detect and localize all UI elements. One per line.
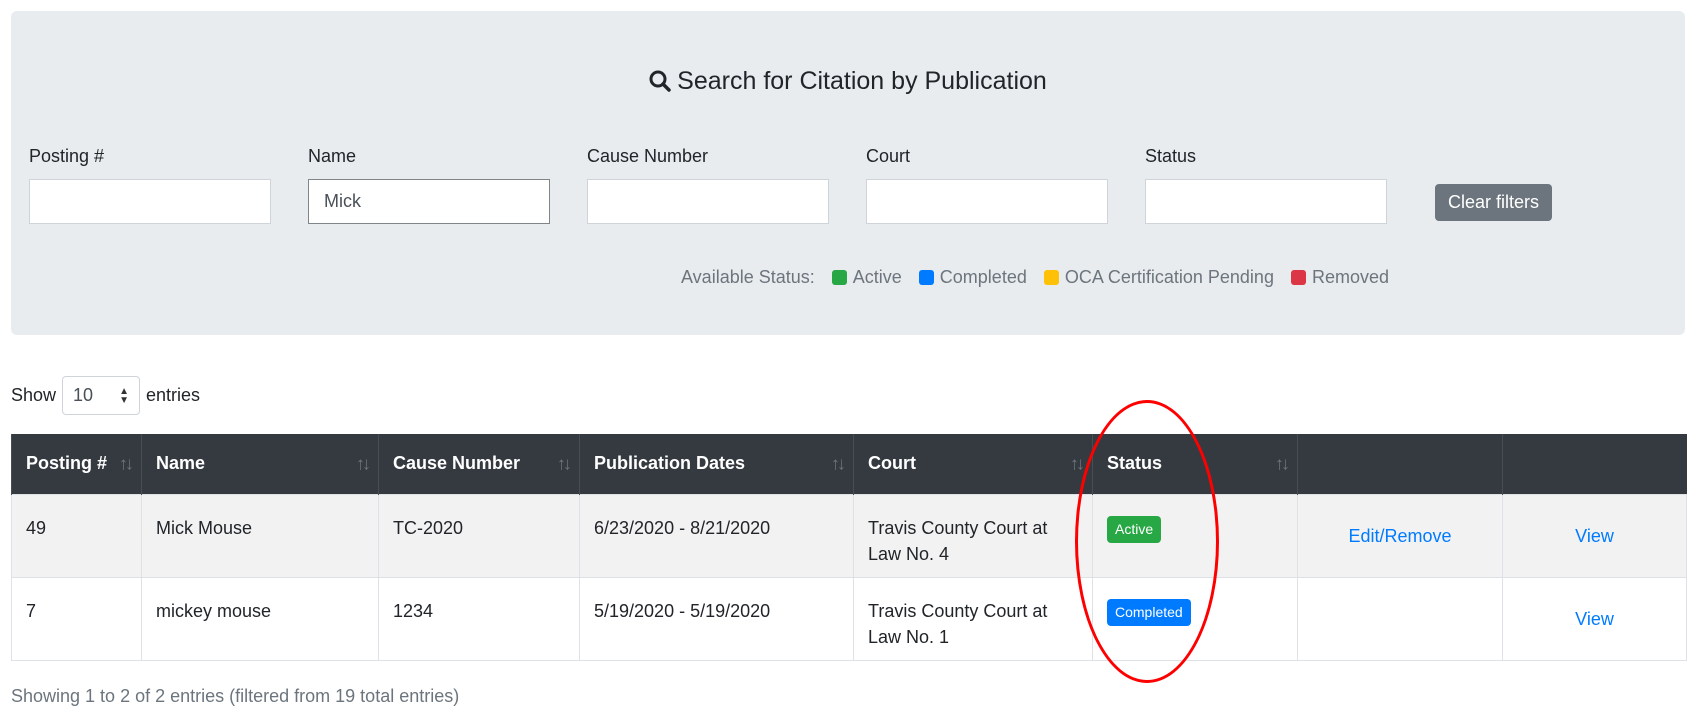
column-cause-number-label: Cause Number [393,453,521,474]
cell-actions: Edit/Remove [1297,493,1503,578]
search-panel: Search for Citation by Publication Posti… [11,11,1685,335]
cell-court: Travis County Court at Law No. 1 [853,576,1093,661]
entries-value: 10 [73,385,94,405]
search-title-text: Search for Citation by Publication [677,67,1047,95]
cell-name: mickey mouse [141,576,379,661]
cell-actions [1297,576,1503,661]
legend-text-removed: Removed [1311,267,1389,287]
legend-text-active: Active [852,267,902,287]
posting-input[interactable] [29,179,271,224]
name-input[interactable] [308,179,550,224]
cell-posting: 49 [11,493,142,578]
cell-view: View [1502,493,1687,578]
status-input[interactable] [1145,179,1387,224]
view-link[interactable]: View [1575,609,1614,629]
cell-court: Travis County Court at Law No. 4 [853,493,1093,578]
select-arrows-icon: ▲ ▼ [119,385,130,406]
name-label: Name [308,146,357,166]
edit-remove-link[interactable]: Edit/Remove [1348,526,1451,546]
sort-icon: ↑↓ [831,453,846,474]
column-cause-number[interactable]: Cause Number ↑↓ [378,434,580,494]
table-row: 7 mickey mouse 1234 5/19/2020 - 5/19/202… [11,576,1687,661]
entries-suffix: entries [146,385,201,405]
show-label: Show [11,385,57,405]
legend-text-pending: OCA Certification Pending [1064,267,1274,287]
legend-item-removed: Removed [1290,267,1389,288]
clear-filters-button[interactable]: Clear filters [1435,184,1552,221]
table-row: 49 Mick Mouse TC-2020 6/23/2020 - 8/21/2… [11,493,1687,578]
sort-icon: ↑↓ [1275,453,1290,474]
legend-text-completed: Completed [939,267,1027,287]
column-publication-dates-label: Publication Dates [594,453,746,474]
legend-item-completed: Completed [918,267,1027,288]
legend-swatch-pending [1043,270,1059,285]
status-badge: Active [1107,515,1162,543]
sort-icon: ↑↓ [1070,453,1085,474]
sort-icon: ↑↓ [119,453,134,474]
column-posting[interactable]: Posting # ↑↓ [11,434,142,494]
legend-item-active: Active [831,267,902,288]
cause-number-label: Cause Number [587,146,709,166]
table-header-row: Posting # ↑↓ Name ↑↓ Cause Number ↑↓ Public… [11,434,1687,494]
column-actions [1297,434,1503,494]
legend-swatch-completed [918,270,934,285]
column-status-label: Status [1107,453,1163,474]
cell-status: Completed [1092,576,1298,661]
cause-number-input[interactable] [587,179,829,224]
view-link[interactable]: View [1575,526,1614,546]
cell-view: View [1502,576,1687,661]
column-court[interactable]: Court ↑↓ [853,434,1093,494]
status-legend: Available Status: Active Completed OCA C… [681,267,1389,288]
sort-icon: ↑↓ [356,453,371,474]
citations-table: Posting # ↑↓ Name ↑↓ Cause Number ↑↓ Public… [11,434,1687,661]
status-badge: Completed [1107,598,1191,626]
column-publication-dates[interactable]: Publication Dates ↑↓ [579,434,854,494]
column-name[interactable]: Name ↑↓ [141,434,379,494]
cell-cause-number: TC-2020 [378,493,580,578]
entries-select[interactable]: 10 ▲ ▼ [62,376,141,415]
status-label: Status [1145,146,1197,166]
court-input[interactable] [866,179,1108,224]
cell-name: Mick Mouse [141,493,379,578]
column-court-label: Court [868,453,916,474]
cell-publication-dates: 5/19/2020 - 5/19/2020 [579,576,854,661]
legend-swatch-active [831,270,847,285]
cell-publication-dates: 6/23/2020 - 8/21/2020 [579,493,854,578]
cell-status: Active [1092,493,1298,578]
column-name-label: Name [156,453,206,474]
legend-label: Available Status: [681,267,815,287]
cell-posting: 7 [11,576,142,661]
cell-cause-number: 1234 [378,576,580,661]
sort-icon: ↑↓ [557,453,572,474]
search-icon [649,70,671,92]
posting-label: Posting # [29,146,105,166]
column-view [1502,434,1687,494]
column-posting-label: Posting # [26,453,108,474]
table-info: Showing 1 to 2 of 2 entries (filtered fr… [11,686,460,706]
show-entries: Show 10 ▲ ▼ entries [11,376,200,415]
court-label: Court [866,146,911,166]
search-title: Search for Citation by Publication [11,67,1685,96]
legend-swatch-removed [1290,270,1306,285]
legend-item-pending: OCA Certification Pending [1043,267,1274,288]
column-status[interactable]: Status ↑↓ [1092,434,1298,494]
